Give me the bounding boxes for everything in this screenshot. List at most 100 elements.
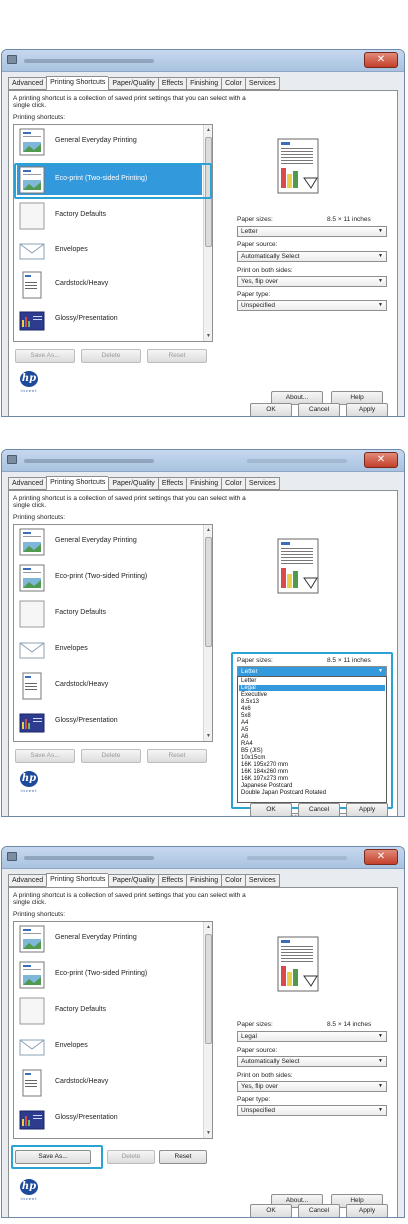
list-item[interactable]: Cardstock/Heavy [17, 270, 202, 300]
tab-color[interactable]: Color [221, 77, 245, 90]
reset-button[interactable]: Reset [159, 1150, 207, 1164]
list-item[interactable]: Factory Defaults [17, 201, 202, 231]
shortcuts-list[interactable]: General Everyday Printing Eco-print (Two… [13, 524, 213, 742]
tab-paper-quality[interactable]: Paper/Quality [108, 874, 158, 887]
shortcuts-label: Printing shortcuts: [13, 114, 66, 121]
scroll-down-icon[interactable]: ▼ [204, 731, 212, 741]
list-item[interactable]: General Everyday Printing [17, 127, 202, 157]
list-item-label: Cardstock/Heavy [55, 280, 109, 287]
close-button[interactable]: ✕ [364, 849, 398, 865]
list-item[interactable]: Glossy/Presentation [17, 305, 202, 335]
scroll-down-icon[interactable]: ▼ [204, 331, 212, 341]
list-item[interactable]: Eco-print (Two-sided Printing) [17, 960, 202, 990]
paper-dimensions: 8.5 × 14 inches [327, 1021, 372, 1028]
apply-button[interactable]: Apply [346, 803, 388, 816]
tab-advanced[interactable]: Advanced [8, 874, 47, 887]
chevron-down-icon: ▼ [378, 228, 383, 234]
scroll-thumb[interactable] [205, 934, 212, 1044]
save-as-button[interactable]: Save As... [15, 349, 75, 363]
tab-paper-quality[interactable]: Paper/Quality [108, 77, 158, 90]
blank-page-icon [19, 600, 45, 628]
shortcuts-label: Printing shortcuts: [13, 911, 66, 918]
list-item-label: Glossy/Presentation [55, 1114, 118, 1121]
scroll-thumb[interactable] [205, 537, 212, 647]
tab-printing-shortcuts[interactable]: Printing Shortcuts [46, 76, 109, 90]
tab-paper-quality[interactable]: Paper/Quality [108, 477, 158, 490]
tab-color[interactable]: Color [221, 477, 245, 490]
tab-services[interactable]: Services [244, 477, 280, 490]
list-item[interactable]: Envelopes [17, 1032, 202, 1062]
chevron-down-icon: ▼ [378, 1058, 383, 1064]
list-item[interactable]: Factory Defaults [17, 599, 202, 629]
tab-services[interactable]: Services [244, 874, 280, 887]
apply-button[interactable]: Apply [346, 1204, 388, 1217]
reset-button[interactable]: Reset [147, 749, 207, 763]
delete-button[interactable]: Delete [81, 749, 141, 763]
close-button[interactable]: ✕ [364, 452, 398, 468]
list-item-label: Factory Defaults [55, 1006, 106, 1013]
cancel-button[interactable]: Cancel [298, 803, 340, 816]
tab-advanced[interactable]: Advanced [8, 77, 47, 90]
delete-button[interactable]: Delete [81, 349, 141, 363]
tab-effects[interactable]: Effects [157, 874, 187, 887]
tab-strip: Advanced Printing Shortcuts Paper/Qualit… [8, 476, 280, 491]
reset-button[interactable]: Reset [147, 349, 207, 363]
cancel-button[interactable]: Cancel [298, 1204, 340, 1217]
scroll-up-icon[interactable]: ▲ [204, 125, 212, 135]
tab-finishing[interactable]: Finishing [186, 77, 222, 90]
both-sides-select[interactable]: Yes, flip over ▼ [237, 1081, 387, 1092]
tab-finishing[interactable]: Finishing [186, 477, 222, 490]
paper-type-select[interactable]: Unspecified ▼ [237, 300, 387, 311]
tab-content: A printing shortcut is a collection of s… [8, 90, 398, 416]
shortcuts-list[interactable]: General Everyday Printing Eco-print (Two… [13, 124, 213, 342]
print-dialog-1: ✕ Advanced Printing Shortcuts Paper/Qual… [1, 49, 405, 417]
list-item[interactable]: General Everyday Printing [17, 924, 202, 954]
callout-highlight [231, 652, 393, 809]
list-item[interactable]: Cardstock/Heavy [17, 671, 202, 701]
close-button[interactable]: ✕ [364, 52, 398, 68]
delete-button[interactable]: Delete [107, 1150, 155, 1164]
both-sides-select[interactable]: Yes, flip over ▼ [237, 276, 387, 287]
tab-printing-shortcuts[interactable]: Printing Shortcuts [46, 476, 109, 490]
list-item[interactable]: Factory Defaults [17, 996, 202, 1026]
tab-effects[interactable]: Effects [157, 477, 187, 490]
list-item[interactable]: Glossy/Presentation [17, 1104, 202, 1134]
scroll-up-icon[interactable]: ▲ [204, 525, 212, 535]
paper-source-select[interactable]: Automatically Select ▼ [237, 251, 387, 262]
paper-size-select[interactable]: Letter ▼ [237, 226, 387, 237]
scroll-down-icon[interactable]: ▼ [204, 1128, 212, 1138]
paper-type-select[interactable]: Unspecified ▼ [237, 1105, 387, 1116]
list-item[interactable]: Eco-print (Two-sided Printing) [17, 563, 202, 593]
tab-finishing[interactable]: Finishing [186, 874, 222, 887]
ok-button[interactable]: OK [250, 803, 292, 816]
tab-services[interactable]: Services [244, 77, 280, 90]
title-text-blurred [24, 856, 154, 860]
list-item[interactable]: Glossy/Presentation [17, 707, 202, 737]
panel-3: ✕ Advanced Printing Shortcuts Paper/Qual… [0, 816, 408, 1224]
tab-printing-shortcuts[interactable]: Printing Shortcuts [46, 873, 109, 887]
tab-effects[interactable]: Effects [157, 77, 187, 90]
list-scrollbar[interactable]: ▲ ▼ [203, 125, 212, 341]
hp-logo-text: invent [20, 388, 38, 393]
scroll-up-icon[interactable]: ▲ [204, 922, 212, 932]
list-item[interactable]: General Everyday Printing [17, 527, 202, 557]
cardstock-icon [22, 271, 42, 299]
paper-size-select[interactable]: Legal ▼ [237, 1031, 387, 1042]
title-text-blurred [24, 459, 154, 463]
list-item[interactable]: Cardstock/Heavy [17, 1068, 202, 1098]
paper-source-select[interactable]: Automatically Select ▼ [237, 1056, 387, 1067]
tab-color[interactable]: Color [221, 874, 245, 887]
chevron-down-icon: ▼ [378, 302, 383, 308]
list-item[interactable]: Envelopes [17, 635, 202, 665]
chevron-down-icon: ▼ [378, 253, 383, 259]
shortcuts-list[interactable]: General Everyday Printing Eco-print (Two… [13, 921, 213, 1139]
list-item[interactable]: Envelopes [17, 236, 202, 266]
chevron-down-icon: ▼ [378, 278, 383, 284]
list-scrollbar[interactable]: ▲ ▼ [203, 922, 212, 1138]
tab-advanced[interactable]: Advanced [8, 477, 47, 490]
ok-button[interactable]: OK [250, 1204, 292, 1217]
printer-icon [7, 455, 17, 464]
list-scrollbar[interactable]: ▲ ▼ [203, 525, 212, 741]
presentation-icon [19, 1110, 45, 1130]
save-as-button[interactable]: Save As... [15, 749, 75, 763]
